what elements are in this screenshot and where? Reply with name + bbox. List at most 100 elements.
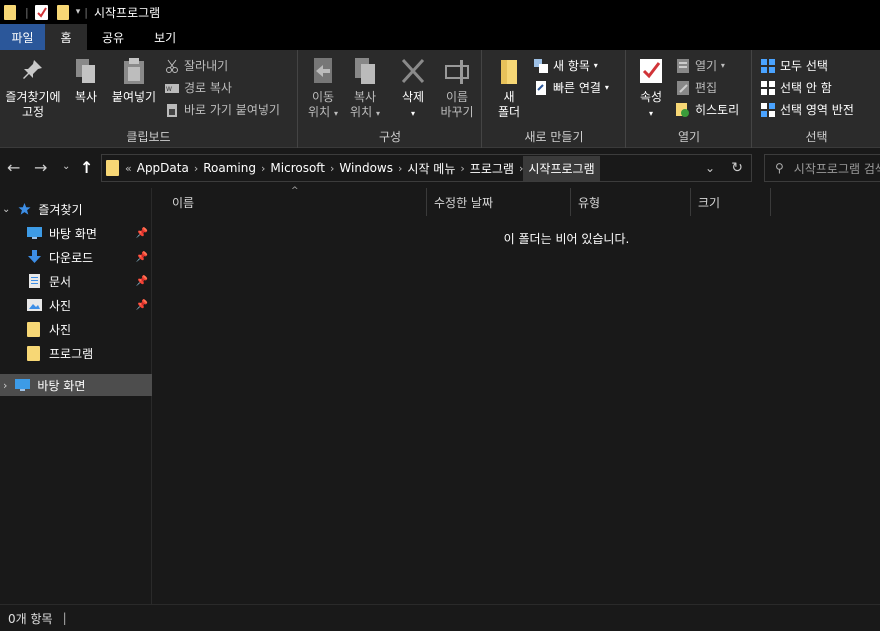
nav-quick-access[interactable]: ⌄ 즐겨찾기: [0, 198, 152, 220]
invert-selection-button[interactable]: 선택 영역 반전: [761, 101, 854, 118]
nav-desktop-root[interactable]: › 바탕 화면: [0, 374, 152, 396]
column-header-modified[interactable]: 수정한 날짜: [427, 188, 571, 216]
tab-home[interactable]: 홈: [45, 24, 87, 50]
new-item-button[interactable]: 새 항목 ▾: [534, 57, 598, 74]
address-bar[interactable]: « AppData › Roaming › Microsoft › Window…: [101, 154, 752, 182]
new-item-icon: [534, 58, 548, 73]
select-none-icon: [761, 80, 775, 95]
address-history-chevron-icon[interactable]: ⌄: [705, 161, 715, 175]
expand-chevron-icon[interactable]: ›: [3, 379, 7, 392]
open-button[interactable]: 열기 ▾: [676, 57, 725, 74]
nav-desktop[interactable]: 바탕 화면 📌: [0, 222, 152, 244]
select-none-button[interactable]: 선택 안 함: [761, 79, 832, 96]
tab-file[interactable]: 파일: [0, 24, 45, 50]
nav-pictures-label: 사진: [49, 298, 72, 313]
tab-share[interactable]: 공유: [87, 24, 139, 50]
breadcrumb-programs[interactable]: 프로그램: [465, 160, 519, 177]
copy-label: 복사: [74, 90, 98, 104]
easy-access-label: 빠른 연결: [553, 81, 601, 95]
organize-group: 이동 위치 ▾ 복사 위치 ▾ 삭제 ▾ 이름 바꾸기 구성: [299, 50, 482, 148]
copy-path-button[interactable]: W 경로 복사: [165, 79, 232, 96]
history-button[interactable]: 히스토리: [676, 101, 739, 118]
recent-locations-chevron-icon[interactable]: ⌄: [62, 161, 70, 172]
title-bar: | ▾ | 시작프로그램: [0, 0, 880, 24]
empty-folder-message: 이 폴더는 비어 있습니다.: [503, 232, 630, 246]
cut-label: 잘라내기: [184, 59, 229, 73]
select-all-button[interactable]: 모두 선택: [761, 57, 828, 74]
breadcrumb-start-menu[interactable]: 시작 메뉴: [402, 160, 460, 177]
paste-button[interactable]: 붙여넣기: [106, 56, 162, 105]
file-list[interactable]: ^ 이름 수정한 날짜 유형 크기 이 폴더는 비어 있습니다.: [153, 186, 880, 604]
delete-button[interactable]: 삭제 ▾: [395, 56, 431, 121]
easy-access-icon: [534, 80, 548, 95]
paste-label: 붙여넣기: [111, 90, 157, 104]
pin-to-quick-access-button[interactable]: 즐겨찾기에 고정: [2, 56, 64, 120]
search-box[interactable]: ⚲ 시작프로그램 검색: [764, 154, 880, 182]
folder-icon: [106, 160, 119, 176]
new-folder-label-line2: 폴더: [497, 105, 521, 119]
edit-button[interactable]: 편집: [676, 79, 717, 96]
rename-label-line1: 이름: [445, 90, 469, 104]
copy-to-label-line2: 위치: [350, 105, 373, 119]
clipboard-group: 즐겨찾기에 고정 복사 붙여넣기 잘라내기 W 경로 복사 바로 가기 붙여넣기…: [0, 50, 298, 148]
select-all-icon: [761, 58, 775, 73]
expand-chevron-icon[interactable]: ⌄: [2, 204, 10, 215]
column-header-type[interactable]: 유형: [571, 188, 691, 216]
breadcrumb-microsoft[interactable]: Microsoft: [265, 161, 330, 175]
copy-to-label-line1: 복사: [353, 90, 377, 104]
paste-shortcut-label: 바로 가기 붙여넣기: [184, 103, 280, 117]
select-none-label: 선택 안 함: [780, 81, 832, 95]
properties-button[interactable]: 속성 ▾: [633, 56, 669, 121]
new-folder-button[interactable]: 새 폴더: [491, 56, 527, 120]
copy-button[interactable]: 복사: [68, 56, 104, 105]
copy-to-button[interactable]: 복사 위치 ▾: [345, 56, 385, 121]
pin-label-line2: 고정: [21, 105, 45, 119]
properties-check-icon: [638, 56, 664, 86]
column-header-name[interactable]: 이름: [165, 188, 427, 216]
properties-icon[interactable]: [34, 4, 48, 20]
quick-access-dropdown-icon[interactable]: ▾: [76, 7, 81, 17]
breadcrumb-windows[interactable]: Windows: [334, 161, 398, 175]
paste-shortcut-icon: [165, 103, 179, 117]
breadcrumb-appdata[interactable]: AppData: [132, 161, 194, 175]
new-folder-icon[interactable]: [56, 4, 69, 20]
window-title: 시작프로그램: [93, 5, 161, 20]
easy-access-button[interactable]: 빠른 연결 ▾: [534, 79, 609, 96]
download-arrow-icon: [27, 250, 42, 264]
pin-icon[interactable]: 📌: [136, 300, 148, 311]
invert-selection-icon: [761, 102, 775, 117]
copy-to-icon: [352, 56, 378, 86]
paste-shortcut-button[interactable]: 바로 가기 붙여넣기: [165, 101, 280, 118]
nav-downloads[interactable]: 다운로드 📌: [0, 246, 152, 268]
rename-icon: [444, 56, 470, 86]
pin-icon[interactable]: 📌: [136, 252, 148, 263]
pin-label-line1: 즐겨찾기에: [5, 90, 61, 104]
nav-pictures-folder[interactable]: 사진: [0, 318, 152, 340]
nav-pictures[interactable]: 사진 📌: [0, 294, 152, 316]
breadcrumb-roaming[interactable]: Roaming: [198, 161, 261, 175]
desktop-icon: [27, 226, 42, 240]
overflow-chevron[interactable]: «: [125, 162, 132, 175]
new-folder-label-line1: 새: [503, 90, 515, 104]
move-to-button[interactable]: 이동 위치 ▾: [303, 56, 343, 121]
ribbon: 즐겨찾기에 고정 복사 붙여넣기 잘라내기 W 경로 복사 바로 가기 붙여넣기…: [0, 50, 880, 148]
rename-button[interactable]: 이름 바꾸기: [435, 56, 479, 120]
column-header-size[interactable]: 크기: [691, 188, 771, 216]
delete-label: 삭제: [401, 90, 425, 104]
tab-view[interactable]: 보기: [139, 24, 191, 50]
refresh-icon[interactable]: ↻: [731, 160, 743, 176]
up-arrow-icon[interactable]: ↑: [80, 158, 93, 177]
navigation-row: ← → ⌄ ↑ « AppData › Roaming › Microsoft …: [0, 148, 880, 188]
copy-path-icon: W: [165, 81, 179, 95]
pin-icon[interactable]: 📌: [136, 276, 148, 287]
select-all-label: 모두 선택: [780, 59, 828, 73]
pin-icon[interactable]: 📌: [136, 228, 148, 239]
properties-label: 속성: [639, 90, 663, 104]
cut-button[interactable]: 잘라내기: [165, 57, 228, 74]
nav-documents[interactable]: 문서 📌: [0, 270, 152, 292]
select-group-label: 선택: [805, 130, 828, 144]
nav-programs-folder[interactable]: 프로그램: [0, 342, 152, 364]
forward-arrow-icon[interactable]: →: [34, 158, 47, 177]
breadcrumb-startup[interactable]: 시작프로그램: [523, 155, 600, 181]
back-arrow-icon[interactable]: ←: [7, 158, 20, 177]
